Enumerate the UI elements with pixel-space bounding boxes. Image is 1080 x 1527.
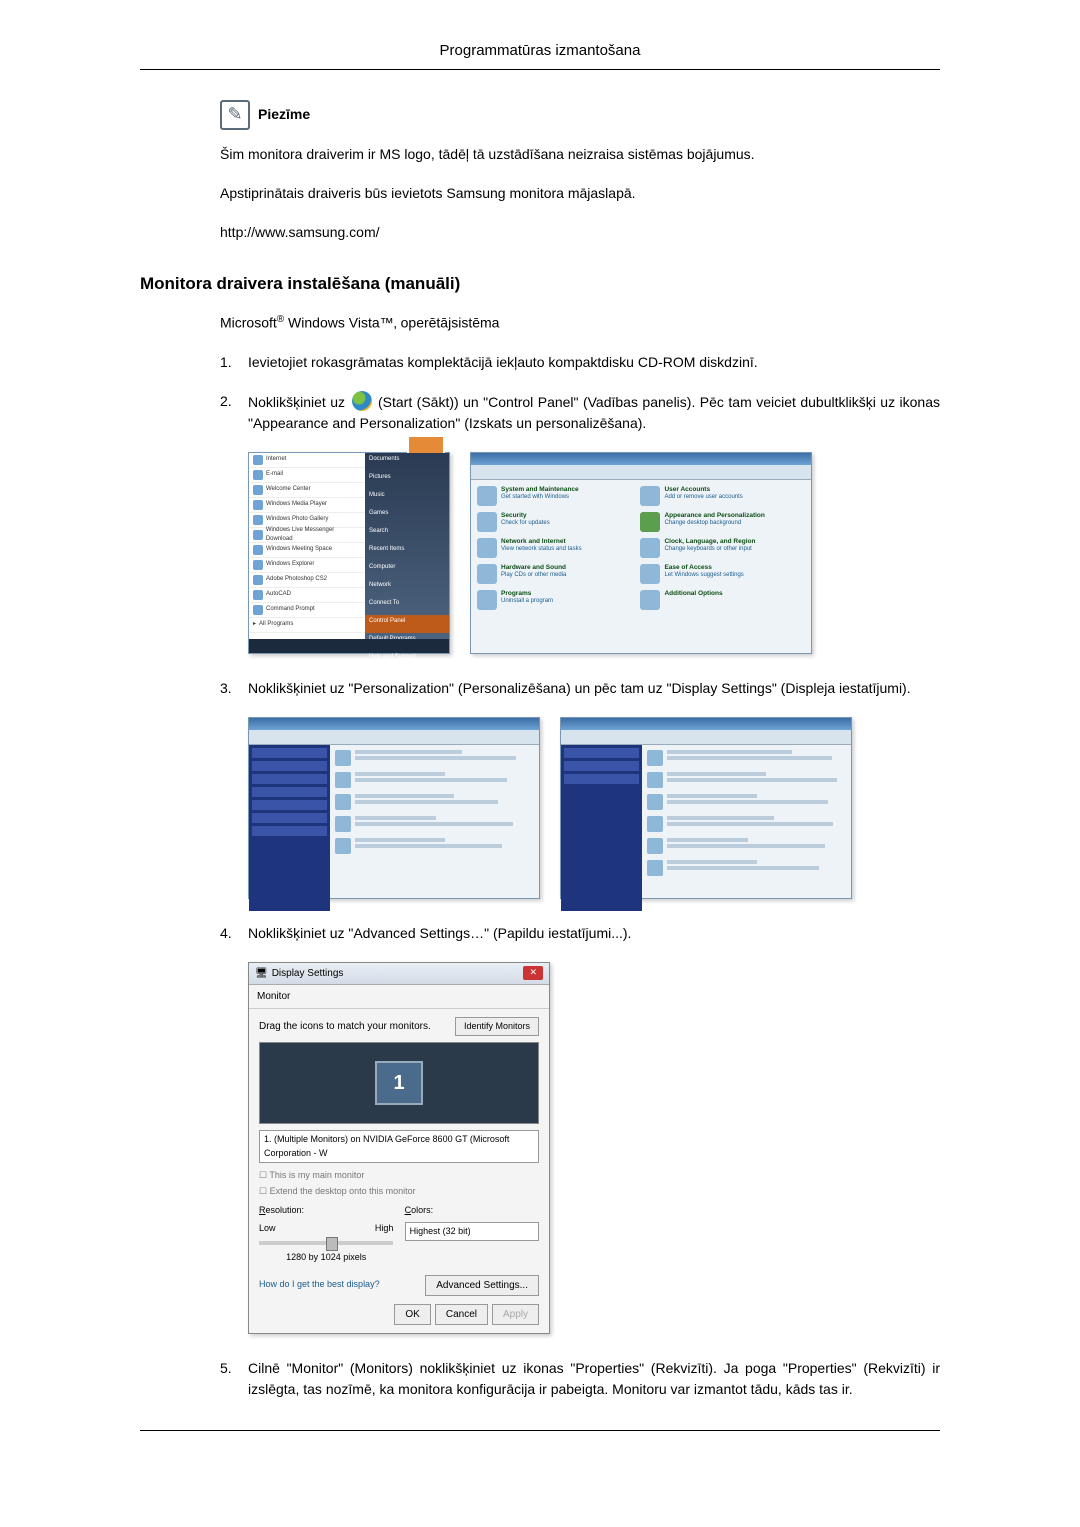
- step-5-text: Cilnē "Monitor" (Monitors) noklikšķiniet…: [248, 1358, 940, 1400]
- resolution-slider[interactable]: [259, 1241, 393, 1245]
- step-2a: Noklikšķiniet uz: [248, 394, 350, 410]
- page-header: Programmatūras izmantošana: [140, 40, 940, 63]
- note-paragraph-1: Šim monitora draiverim ir MS logo, tādēļ…: [220, 144, 940, 165]
- resolution-value: 1280 by 1024 pixels: [259, 1251, 393, 1265]
- os-suffix: Windows Vista™‚ operētājsistēma: [284, 315, 499, 331]
- top-rule: [140, 69, 940, 70]
- note-heading: ✎ Piezīme: [220, 100, 940, 130]
- step-number: 5.: [220, 1358, 248, 1379]
- cp-address-bar: [471, 465, 811, 480]
- step-3: 3. Noklikšķiniet uz "Personalization" (P…: [220, 678, 940, 699]
- dialog-title: Display Settings: [268, 966, 524, 981]
- note-icon: ✎: [220, 100, 250, 130]
- os-prefix: Microsoft: [220, 315, 277, 331]
- cancel-button[interactable]: Cancel: [435, 1304, 488, 1325]
- main-monitor-checkbox: ☐ This is my main monitor: [259, 1169, 539, 1183]
- step-2-text: Noklikšķiniet uz (Start (Sākt)) un "Cont…: [248, 391, 940, 434]
- step-5: 5. Cilnē "Monitor" (Monitors) noklikšķin…: [220, 1358, 940, 1400]
- screenshot-display-settings: 🖥 Display Settings ✕ Monitor Drag the ic…: [248, 962, 550, 1334]
- section-heading: Monitora draivera instalēšana (manuāli): [140, 271, 940, 297]
- step-1-text: Ievietojiet rokasgrāmatas komplektācijā …: [248, 352, 940, 373]
- dialog-title-icon: 🖥: [255, 966, 268, 981]
- extend-desktop-checkbox: ☐ Extend the desktop onto this monitor: [259, 1185, 539, 1199]
- bottom-rule: [140, 1430, 940, 1431]
- apply-button: Apply: [492, 1304, 539, 1325]
- screenshot-row-1: Internet E-mail Welcome Center Windows M…: [248, 452, 940, 654]
- step-4: 4. Noklikšķiniet uz "Advanced Settings…"…: [220, 923, 940, 944]
- note-label: Piezīme: [258, 104, 310, 125]
- note-url: http://www.samsung.com/: [220, 222, 940, 243]
- start-orb-icon: [352, 391, 372, 411]
- note-paragraph-2: Apstiprinātais draiveris būs ievietots S…: [220, 183, 940, 204]
- tab-monitor[interactable]: Monitor: [249, 985, 549, 1009]
- advanced-settings-button[interactable]: Advanced Settings...: [425, 1275, 539, 1296]
- drag-label: Drag the icons to match your monitors.: [259, 1019, 431, 1034]
- screenshot-start-menu: Internet E-mail Welcome Center Windows M…: [248, 452, 450, 654]
- monitor-select-dropdown[interactable]: 1. (Multiple Monitors) on NVIDIA GeForce…: [259, 1130, 539, 1163]
- monitor-arrange-area[interactable]: 1: [259, 1042, 539, 1124]
- screenshot-control-panel: System and MaintenanceGet started with W…: [470, 452, 812, 654]
- close-icon[interactable]: ✕: [523, 966, 543, 980]
- help-link[interactable]: How do I get the best display?: [259, 1278, 380, 1292]
- start-right-column: Documents Pictures Music Games Search Re…: [365, 453, 449, 639]
- start-left-column: Internet E-mail Welcome Center Windows M…: [249, 453, 365, 639]
- colors-dropdown[interactable]: Highest (32 bit): [405, 1222, 539, 1242]
- step-3-text: Noklikšķiniet uz "Personalization" (Pers…: [248, 678, 940, 699]
- screenshot-row-2: [248, 717, 940, 899]
- screenshot-personalization-1: [248, 717, 540, 899]
- monitor-icon-1[interactable]: 1: [375, 1061, 423, 1105]
- ok-button[interactable]: OK: [394, 1304, 430, 1325]
- identify-monitors-button[interactable]: Identify Monitors: [455, 1017, 539, 1037]
- step-2: 2. Noklikšķiniet uz (Start (Sākt)) un "C…: [220, 391, 940, 434]
- step-number: 4.: [220, 923, 248, 944]
- os-line: Microsoft® Windows Vista™‚ operētājsistē…: [220, 312, 940, 334]
- step-4-text: Noklikšķiniet uz "Advanced Settings…" (P…: [248, 923, 940, 944]
- screenshot-personalization-2: [560, 717, 852, 899]
- step-number: 3.: [220, 678, 248, 699]
- step-1: 1. Ievietojiet rokasgrāmatas komplektāci…: [220, 352, 940, 373]
- step-number: 2.: [220, 391, 248, 412]
- step-number: 1.: [220, 352, 248, 373]
